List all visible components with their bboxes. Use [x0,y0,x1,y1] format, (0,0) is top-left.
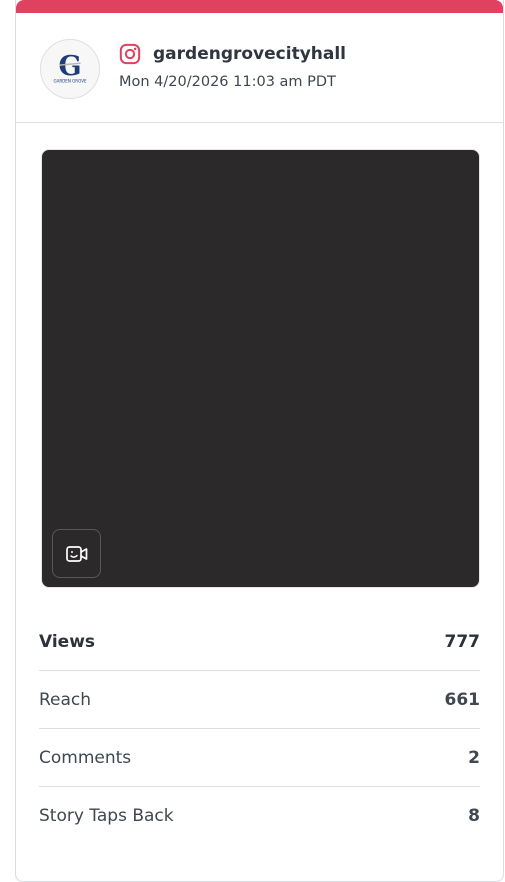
post-media[interactable] [41,149,480,588]
metric-value: 777 [444,631,481,652]
avatar[interactable]: G GARDEN GROVE [40,39,100,99]
svg-text:GARDEN GROVE: GARDEN GROVE [53,79,87,84]
metric-row-reach: Reach 661 [39,671,480,729]
accent-bar [16,0,503,13]
metric-value: 2 [468,747,480,768]
post-card: G GARDEN GROVE gardengrovecityhall Mon 4… [15,0,504,882]
garden-grove-logo: G GARDEN GROVE [41,40,99,98]
metrics-list: Views 777 Reach 661 Comments 2 Story Tap… [39,613,480,845]
metric-label: Story Taps Back [39,806,174,826]
metric-value: 8 [468,806,480,826]
metric-label: Reach [39,689,92,710]
metric-label: Views [39,631,96,652]
metric-row-story-taps-back: Story Taps Back 8 [39,787,480,845]
svg-text:G: G [58,51,81,82]
post-timestamp: Mon 4/20/2026 11:03 am PDT [119,74,336,90]
account-row: gardengrovecityhall [119,42,346,66]
video-badge [52,529,101,578]
video-camera-icon [65,545,87,562]
metric-row-views: Views 777 [39,613,480,671]
metric-value: 661 [444,689,481,710]
metric-row-comments: Comments 2 [39,729,480,787]
instagram-icon [119,43,141,65]
post-header: G GARDEN GROVE gardengrovecityhall Mon 4… [16,13,503,123]
metric-label: Comments [39,747,132,768]
account-name[interactable]: gardengrovecityhall [153,44,346,64]
